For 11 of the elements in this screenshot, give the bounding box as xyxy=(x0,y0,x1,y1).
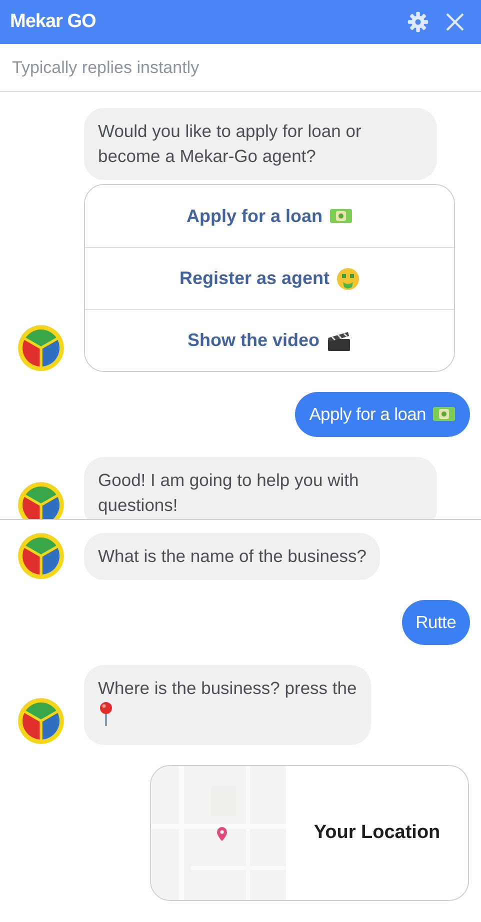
chat-title: Mekar GO xyxy=(10,10,97,34)
quick-reply-button[interactable]: Show the video xyxy=(85,309,454,371)
location-card[interactable]: Your Location xyxy=(150,765,469,902)
location-label: Your Location xyxy=(314,821,440,845)
status-text: Typically replies instantly xyxy=(12,56,200,79)
bot-message: What is the name of the business? xyxy=(84,533,380,580)
user-message: Rutte xyxy=(402,600,470,646)
user-message: Apply for a loan xyxy=(295,392,470,438)
bot-message: Good! I am going to help you with questions! xyxy=(84,457,437,519)
bot-message: Would you like to apply for loan or become a Mekar-Go agent? xyxy=(84,108,437,180)
bot-message: Where is the business? press the xyxy=(84,665,371,746)
